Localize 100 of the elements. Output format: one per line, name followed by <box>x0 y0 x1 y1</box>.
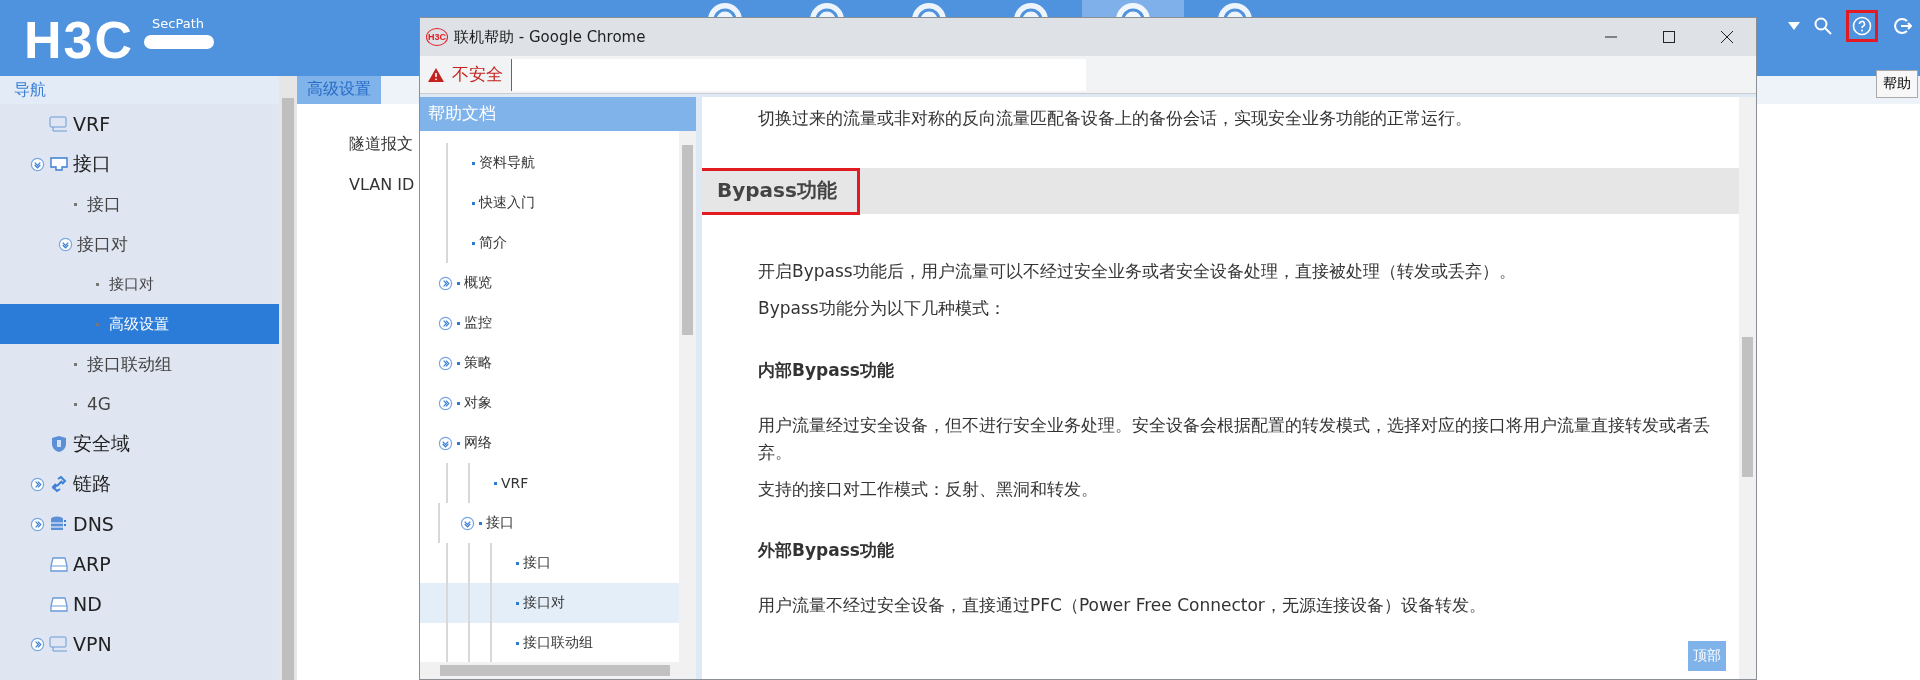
nav-label: VRF <box>73 113 111 135</box>
bullet-icon <box>96 282 99 286</box>
nav-item[interactable]: ND <box>0 584 279 624</box>
tree-item[interactable]: 接口 <box>512 554 555 572</box>
tree-item[interactable]: 接口对 <box>512 594 569 612</box>
tree-item[interactable]: 接口联动组 <box>512 634 597 652</box>
device-icon <box>49 595 69 613</box>
nav-item[interactable]: VRF <box>0 104 279 144</box>
nav-label: 接口 <box>87 192 121 216</box>
caret-icon[interactable] <box>1788 22 1800 30</box>
paragraph: 用户流量经过安全设备，但不进行安全业务处理。安全设备会根据配置的转发模式，选择对应的接口将用户流量直接转发或者丢弃。 <box>758 413 1711 464</box>
database-icon <box>49 515 69 533</box>
nav-item[interactable]: 接口对 <box>0 224 279 264</box>
panel-title: 帮助文档 <box>420 97 696 131</box>
tree-item[interactable]: 监控 <box>453 314 496 332</box>
nav-label: 安全域 <box>73 431 130 456</box>
collapse-chevron-icon[interactable] <box>438 315 453 331</box>
nav-label: 接口对 <box>77 232 128 256</box>
nav-label: 接口 <box>73 151 111 176</box>
close-icon <box>1720 30 1734 44</box>
expand-chevron-icon[interactable] <box>460 515 475 531</box>
paragraph: 支持的接口对工作模式：反射、黑洞和转发。 <box>758 477 1099 501</box>
collapse-chevron-icon[interactable] <box>30 476 45 492</box>
scrollbar[interactable] <box>1739 97 1756 679</box>
nav-item[interactable]: 高级设置 <box>0 304 279 344</box>
tree-item[interactable]: 对象 <box>453 394 496 412</box>
bullet-icon <box>494 481 497 485</box>
product-name: SecPath <box>152 16 205 31</box>
bullet-icon <box>457 361 460 365</box>
nav-label: 高级设置 <box>109 314 169 334</box>
nav-label: ND <box>73 593 102 615</box>
field-label: VLAN ID <box>349 175 415 194</box>
nav-item[interactable]: 接口对 <box>0 264 279 304</box>
expand-chevron-icon[interactable] <box>438 435 453 451</box>
tree-item[interactable]: 接口 <box>475 514 518 532</box>
tree-item[interactable]: 策略 <box>453 354 496 372</box>
nav-label: 4G <box>87 394 111 414</box>
bullet-icon <box>472 201 475 205</box>
tree-item[interactable]: 网络 <box>453 434 496 452</box>
nav-item[interactable]: 链路 <box>0 464 279 504</box>
nav-item[interactable]: 接口 <box>0 184 279 224</box>
nav-label: DNS <box>73 513 114 535</box>
maximize-icon <box>1662 30 1676 44</box>
tooltip: 帮助 <box>1876 70 1918 98</box>
scrollbar[interactable] <box>420 662 696 679</box>
tree-item[interactable]: 简介 <box>468 234 511 252</box>
scrollbar[interactable] <box>679 131 696 662</box>
nav-item[interactable]: DNS <box>0 504 279 544</box>
nav-item[interactable]: 接口 <box>0 144 279 184</box>
subheading: 外部Bypass功能 <box>758 539 895 563</box>
window-title: 联机帮助 - Google Chrome <box>454 27 646 47</box>
bullet-icon <box>472 161 475 165</box>
nav-label: VPN <box>73 633 112 655</box>
search-icon[interactable] <box>1814 17 1832 35</box>
address-field[interactable] <box>511 58 1086 91</box>
nav-label: 接口联动组 <box>87 352 172 376</box>
device-icon <box>49 555 69 573</box>
bullet-icon <box>479 521 482 525</box>
paragraph: Bypass功能分为以下几种模式： <box>758 297 1007 321</box>
expand-chevron-icon[interactable] <box>30 156 45 172</box>
bullet-icon <box>516 641 519 645</box>
tree-item[interactable]: 概览 <box>453 274 496 292</box>
link-icon <box>49 475 69 493</box>
collapse-chevron-icon[interactable] <box>438 355 453 371</box>
nav-title: 导航 <box>0 76 279 104</box>
tree-item[interactable]: 快速入门 <box>468 194 539 212</box>
scrollbar[interactable] <box>279 76 297 680</box>
collapse-chevron-icon[interactable] <box>30 516 45 532</box>
bullet-icon <box>516 601 519 605</box>
paragraph: 切换过来的流量或非对称的反向流量匹配备设备上的备份会话，实现安全业务功能的正常运行。 <box>758 107 1473 130</box>
help-icon[interactable] <box>1852 16 1872 36</box>
nav-item[interactable]: VPN <box>0 624 279 664</box>
module-tab[interactable] <box>1082 0 1185 17</box>
redaction-blot <box>144 35 215 49</box>
nav-label: 链路 <box>73 471 111 496</box>
bullet-icon <box>74 202 77 206</box>
bullet-icon <box>457 281 460 285</box>
collapse-chevron-icon[interactable] <box>438 395 453 411</box>
collapse-chevron-icon[interactable] <box>438 275 453 291</box>
nav-item[interactable]: 4G <box>0 384 279 424</box>
logo: H3C <box>24 10 135 70</box>
bullet-icon <box>472 241 475 245</box>
section-heading: Bypass功能 <box>717 176 837 204</box>
bullet-icon <box>457 441 460 445</box>
security-label[interactable]: 不安全 <box>452 63 503 86</box>
tree-item[interactable]: VRF <box>490 475 533 491</box>
bullet-icon <box>457 401 460 405</box>
collapse-chevron-icon[interactable] <box>30 636 45 652</box>
nav-item[interactable]: ARP <box>0 544 279 584</box>
monitor-icon <box>49 155 69 173</box>
expand-chevron-icon[interactable] <box>58 236 73 252</box>
nav-item[interactable]: 接口联动组 <box>0 344 279 384</box>
nav-item[interactable]: 安全域 <box>0 424 279 464</box>
field-label: 隧道报文 <box>349 134 413 155</box>
paragraph: 开启Bypass功能后，用户流量可以不经过安全业务或者安全设备处理，直接被处理（转发或丢弃）。 <box>758 260 1517 284</box>
shield-icon <box>49 435 69 453</box>
tree-item[interactable]: 资料导航 <box>468 154 539 172</box>
bullet-icon <box>74 402 77 406</box>
logout-icon[interactable] <box>1892 16 1912 36</box>
subheading: 内部Bypass功能 <box>758 358 895 382</box>
